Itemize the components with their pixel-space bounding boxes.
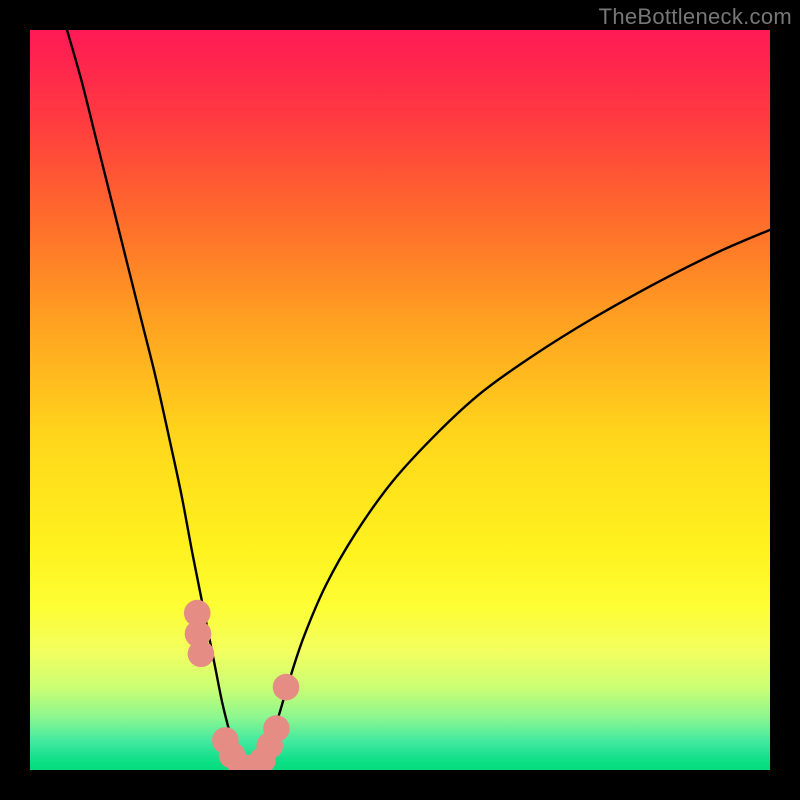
curve-left-branch [67,30,241,770]
marker-left-cluster-upper-3 [188,641,215,668]
marker-valley-left-2 [219,742,246,769]
watermark-text: TheBottleneck.com [599,4,792,30]
curve-right-branch [259,230,770,770]
marker-valley-right-2 [256,732,283,759]
markers-group [184,600,299,770]
marker-valley-bottom-2 [239,754,266,770]
series-group [67,30,770,770]
marker-valley-left-1 [212,727,239,754]
plot-area [30,30,770,770]
chart-svg [30,30,770,770]
marker-left-cluster-upper-2 [185,621,212,648]
marker-left-cluster-upper-1 [184,600,211,627]
marker-valley-right-3 [263,715,290,742]
chart-frame: TheBottleneck.com [0,0,800,800]
marker-valley-bottom-1 [228,754,255,770]
marker-valley-right-1 [249,747,276,770]
marker-right-isolated [273,674,300,701]
